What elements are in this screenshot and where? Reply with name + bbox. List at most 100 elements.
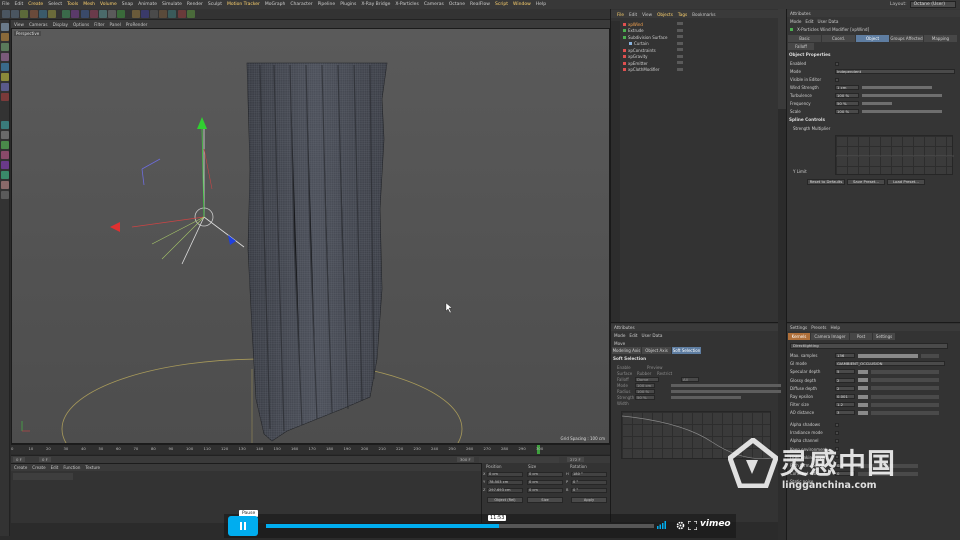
left-tool-icon[interactable] (1, 161, 9, 169)
object-visibility-dots[interactable] (677, 22, 683, 25)
left-tool-icon[interactable] (1, 191, 9, 199)
object-visibility-dots[interactable] (677, 61, 683, 64)
left-tool-icon[interactable] (1, 53, 9, 61)
attr-checkbox[interactable] (835, 77, 839, 82)
coord-rotation-field[interactable]: 0 ° (571, 488, 607, 493)
render-prop-value[interactable]: 2 (835, 385, 855, 391)
object-row-xpemitter[interactable]: xpEmitter (623, 60, 648, 66)
render-tab-camera-imager[interactable]: Camera Imager (811, 333, 849, 340)
spline-graph[interactable] (835, 135, 954, 175)
menu-item-window[interactable]: Window (513, 2, 531, 7)
left-tool-icon[interactable] (1, 141, 9, 149)
toolbar-tool-icon[interactable] (2, 10, 10, 18)
render-slider-track[interactable] (871, 410, 939, 415)
attr-prop-value[interactable]: 50 % (835, 101, 859, 106)
object-row-xpwind[interactable]: xpWind (623, 21, 643, 27)
volume-icon[interactable] (657, 521, 667, 529)
kernel-dropdown[interactable]: Directlighting (790, 343, 948, 349)
toolbar-tool-icon[interactable] (186, 10, 195, 18)
left-tool-icon[interactable] (1, 131, 9, 139)
coord-rotation-field[interactable]: 180 ° (571, 472, 607, 477)
settings-gear-icon[interactable] (676, 521, 685, 530)
toolbar-tool-icon[interactable] (131, 10, 140, 18)
render-slider[interactable] (858, 378, 868, 383)
attr-prop-value[interactable]: 1 cm (835, 85, 859, 90)
render-slider[interactable] (858, 353, 918, 358)
attr-slider[interactable] (862, 94, 942, 97)
left-tool-icon[interactable] (1, 93, 9, 101)
object-menu-tags[interactable]: Tags (678, 12, 687, 17)
menu-item-pipeline[interactable]: Pipeline (318, 2, 336, 7)
viewport-menu-view[interactable]: View (14, 22, 24, 27)
left-tool-icon[interactable] (1, 73, 9, 81)
render-prop-value[interactable]: GIAMBIENT_OCCLUSION (835, 361, 945, 367)
soft-selection-slider[interactable] (671, 390, 781, 393)
menu-item-snap[interactable]: Snap (122, 2, 133, 7)
menu-item-render[interactable]: Render (187, 2, 203, 7)
left-tool-icon[interactable] (1, 83, 9, 91)
tool-tab-object-axis[interactable]: Object Axis (642, 347, 671, 354)
viewport-menu-display[interactable]: Display (53, 22, 68, 27)
object-menu-bookmarks[interactable]: Bookmarks (692, 12, 715, 17)
object-menu-objects[interactable]: Objects (657, 12, 673, 17)
tool-attributes-menu-item[interactable]: Mode (614, 333, 625, 338)
attr-checkbox[interactable] (835, 61, 839, 66)
render-slider-track[interactable] (871, 378, 939, 383)
menu-item-cameras[interactable]: Cameras (424, 2, 444, 7)
timeline-ruler[interactable]: 0 10 20 30 40 50 60 70 80 90 100 110 120 130 140 150 160… (11, 444, 610, 454)
viewport-menu-filter[interactable]: Filter (94, 22, 104, 27)
layout-selector[interactable]: Layout: Octane (User) (890, 1, 956, 8)
toolbar-tool-icon[interactable] (108, 10, 117, 18)
menu-item-select[interactable]: Select (48, 2, 62, 7)
render-slider-track[interactable] (871, 369, 939, 374)
tool-tab-soft-selection[interactable]: Soft Selection (672, 347, 701, 354)
toolbar-tool-icon[interactable] (48, 10, 56, 18)
object-row-xpclothmodifier[interactable]: xpClothModifier (623, 67, 660, 73)
object-menu-edit[interactable]: Edit (629, 12, 637, 17)
soft-selection-slider[interactable] (671, 396, 741, 399)
viewport-menu-options[interactable]: Options (73, 22, 89, 27)
attr-prop-value[interactable]: 100 % (835, 93, 859, 98)
left-tool-icon[interactable] (1, 33, 9, 41)
toolbar-tool-icon[interactable] (20, 10, 29, 18)
apply-button[interactable]: Apply (571, 497, 607, 503)
left-tool-icon[interactable] (1, 181, 9, 189)
object-visibility-dots[interactable] (677, 28, 683, 32)
soft-selection-value[interactable]: 50 % (635, 395, 655, 400)
tab-coord-[interactable]: Coord. (822, 35, 855, 42)
render-slider-track[interactable] (871, 386, 939, 391)
menu-item-file[interactable]: File (2, 2, 10, 7)
render-prop-value[interactable]: 1.2 (835, 402, 855, 408)
toolbar-tool-icon[interactable] (11, 10, 20, 18)
viewport[interactable]: Perspective Grid Spacing: 100 cm (11, 28, 610, 444)
attr-slider[interactable] (862, 86, 932, 89)
tab-basic[interactable]: Basic (788, 35, 821, 42)
object-visibility-dots[interactable] (677, 54, 683, 58)
toolbar-tool-icon[interactable] (168, 10, 177, 18)
render-slider-track[interactable] (921, 353, 939, 358)
coord-size-field[interactable]: 0 cm (527, 472, 563, 477)
menu-item-octane[interactable]: Octane (449, 2, 465, 7)
object-visibility-dots[interactable] (677, 67, 683, 71)
render-slider[interactable] (858, 402, 868, 407)
attributes-menu-edit[interactable]: Edit (805, 19, 813, 24)
object-visibility-dots[interactable] (677, 48, 683, 51)
attr-prop-value[interactable]: Independent (835, 69, 955, 74)
toolbar-tool-icon[interactable] (29, 10, 38, 18)
render-tab-settings[interactable]: Settings (873, 333, 895, 340)
side-tab-strip[interactable] (778, 9, 786, 109)
toolbar-tool-icon[interactable] (140, 10, 149, 18)
menu-item-plugins[interactable]: Plugins (340, 2, 356, 7)
render-prop-value[interactable]: 5 (835, 369, 855, 375)
render-prop-value[interactable]: 3 (835, 410, 855, 416)
object-row-curtain[interactable]: Curtain (623, 41, 649, 47)
object-row-xpgravity[interactable]: xpGravity (623, 54, 648, 60)
tool-tab-modeling-axis[interactable]: Modeling Axis (612, 347, 641, 354)
coord-size-field[interactable]: 0 cm (527, 488, 563, 493)
attr-slider[interactable] (862, 110, 942, 113)
left-tool-icon[interactable] (1, 121, 9, 129)
current-frame-field[interactable]: 0 F (39, 457, 51, 462)
menu-item-motion-tracker[interactable]: Motion Tracker (227, 2, 260, 7)
toolbar-tool-icon[interactable] (150, 10, 158, 18)
toolbar-tool-icon[interactable] (117, 10, 126, 18)
